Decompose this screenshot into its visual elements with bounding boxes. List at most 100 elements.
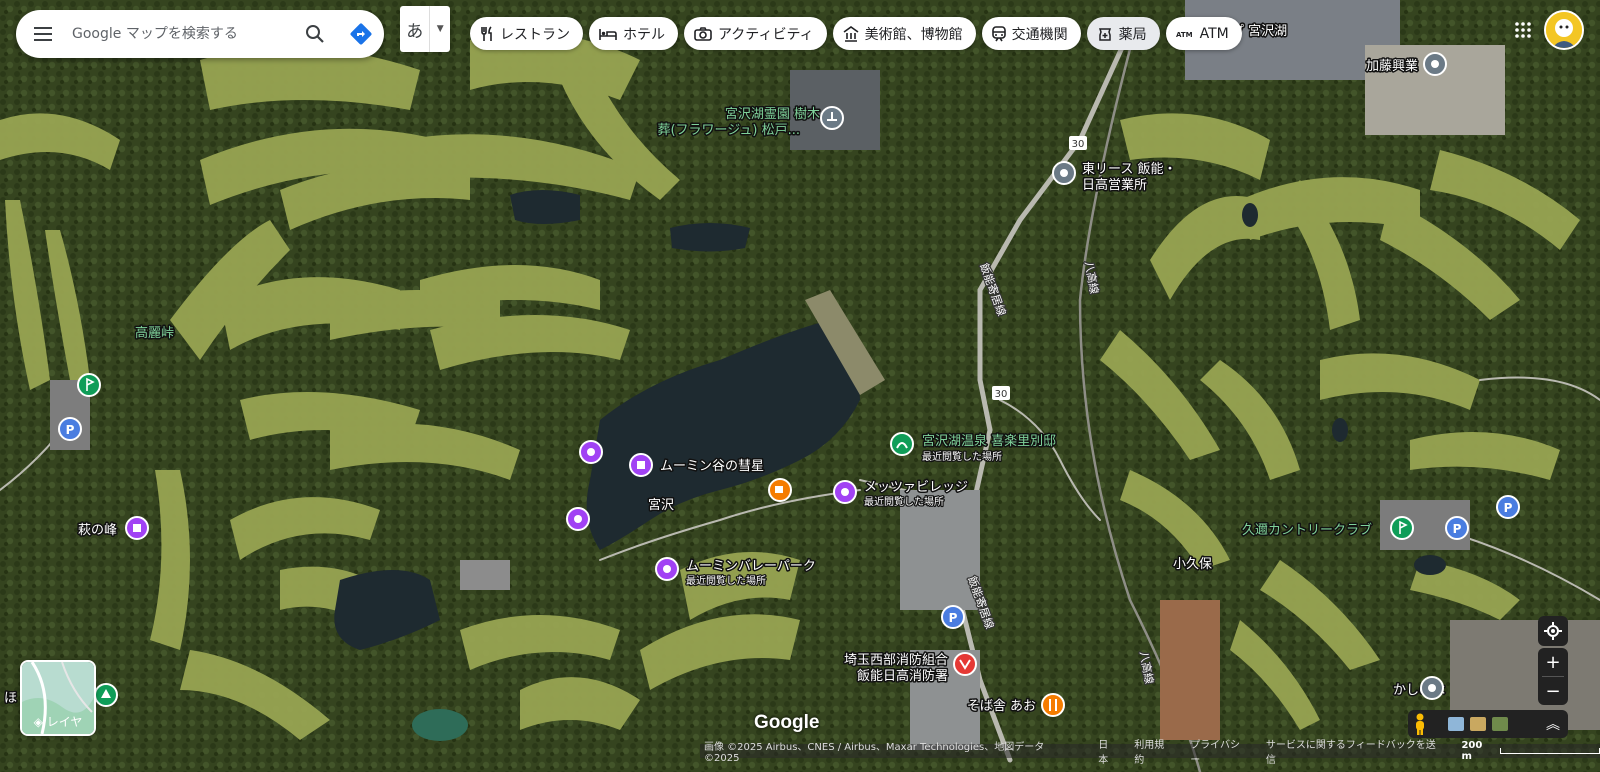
place-label[interactable]: 埼玉西部消防組合: [842, 651, 949, 670]
svg-text:P: P: [66, 423, 75, 437]
golf-pin[interactable]: [1390, 516, 1414, 540]
privacy-link[interactable]: プライバシー: [1190, 736, 1250, 766]
directions-button[interactable]: [338, 10, 384, 58]
place-label[interactable]: 葬(フラワージュ) 松戸...: [656, 122, 802, 140]
svg-text:ATM: ATM: [1176, 31, 1193, 39]
zoom-out-button[interactable]: −: [1538, 677, 1568, 705]
place-label: 高麗峠: [135, 325, 174, 341]
avatar-image: [1546, 12, 1582, 48]
place-label: 宮沢: [648, 497, 674, 513]
chip-label: ATM: [1199, 25, 1229, 42]
feedback-link[interactable]: サービスに関するフィードバックを送信: [1266, 736, 1446, 766]
chip-label: 交通機関: [1011, 26, 1068, 43]
place-label[interactable]: 東リース 飯能・: [1081, 160, 1178, 179]
input-method-label[interactable]: あ: [400, 6, 431, 52]
google-logo: Google: [754, 712, 820, 733]
golf-pin[interactable]: [77, 373, 101, 397]
scale-label: 200 m: [1461, 740, 1483, 762]
recent-label: 最近閲覧した場所: [922, 450, 1002, 463]
satellite-map[interactable]: 30 30 飯能寄居線 飯能寄居線 八高線 八高線 宮沢湖霊園 樹木 葬(フラワ…: [0, 0, 1600, 772]
avatar[interactable]: [1544, 10, 1584, 50]
country-link[interactable]: 日本: [1098, 736, 1118, 766]
imagery-thumbnail[interactable]: [1470, 717, 1486, 731]
parking-icon[interactable]: P: [58, 417, 82, 441]
layers-toggle[interactable]: ◈ レイヤ: [20, 660, 96, 736]
chip-pharmacy[interactable]: 薬局: [1086, 17, 1160, 50]
scale-indicator[interactable]: 200 m: [1461, 740, 1600, 762]
layers-icon: ◈: [33, 715, 43, 729]
cafe-pin[interactable]: [768, 478, 792, 502]
chip-atm[interactable]: ATM ATM: [1165, 17, 1242, 50]
street-view-bar: ︽: [1408, 710, 1568, 738]
my-location-button[interactable]: [1538, 616, 1568, 646]
zoom-in-button[interactable]: +: [1538, 648, 1568, 676]
attraction-pin[interactable]: [566, 507, 590, 531]
menu-button[interactable]: [16, 10, 70, 58]
layers-label: ◈ レイヤ: [33, 715, 83, 729]
search-button[interactable]: [292, 10, 338, 58]
bed-icon: [599, 28, 617, 40]
fork-knife-icon: [481, 25, 492, 41]
chip-museums[interactable]: 美術館、博物館: [832, 17, 976, 50]
directions-icon: [350, 23, 372, 45]
chip-restaurants[interactable]: レストラン: [470, 17, 583, 50]
pharmacy-icon: [1098, 27, 1111, 41]
chip-label: レストラン: [500, 26, 570, 43]
search-input[interactable]: [70, 25, 292, 43]
parking-icon[interactable]: P: [1445, 516, 1469, 540]
train-icon: [991, 25, 1006, 41]
imagery-credits[interactable]: 画像 ©2025 Airbus、CNES / Airbus、Maxar Tech…: [704, 738, 1082, 764]
parking-icon[interactable]: P: [1496, 495, 1520, 519]
imagery-thumbnail[interactable]: [1492, 717, 1508, 731]
parking-icon[interactable]: P: [941, 605, 965, 629]
park-pin[interactable]: [94, 683, 118, 707]
svg-text:30: 30: [1072, 139, 1085, 150]
svg-text:P: P: [1504, 501, 1513, 515]
place-label[interactable]: 加藤興業: [1364, 57, 1419, 76]
place-label[interactable]: そば舎 あお: [965, 698, 1037, 716]
hamburger-menu-icon: [34, 27, 52, 41]
chevron-up-icon[interactable]: ︽: [1546, 714, 1560, 734]
place-label[interactable]: メッツァビレッジ: [863, 479, 970, 497]
chevron-down-icon[interactable]: ▼: [430, 6, 450, 52]
camera-icon: [694, 26, 712, 41]
business-pin[interactable]: [1420, 676, 1444, 700]
attraction-pin[interactable]: [833, 480, 857, 504]
place-label: ほ: [4, 691, 17, 706]
chip-transit[interactable]: 交通機関: [981, 17, 1081, 50]
place-label[interactable]: ムーミンバレーパーク: [685, 558, 818, 576]
pegman-icon[interactable]: [1412, 713, 1428, 735]
place-label[interactable]: ムーミン谷の彗星: [659, 458, 766, 476]
chip-label: ホテル: [623, 26, 665, 43]
place-label[interactable]: 久邇カントリークラブ: [1241, 521, 1374, 540]
map-footer: 画像 ©2025 Airbus、CNES / Airbus、Maxar Tech…: [700, 740, 1600, 766]
restaurant-pin[interactable]: [1041, 693, 1065, 717]
my-location-icon: [1544, 622, 1562, 640]
business-pin[interactable]: [1052, 161, 1076, 185]
onsen-pin[interactable]: [890, 432, 914, 456]
place-label[interactable]: 宮沢湖温泉 喜楽里別邸: [921, 432, 1058, 451]
attraction-pin[interactable]: [579, 440, 603, 464]
attraction-pin[interactable]: [629, 453, 653, 477]
chip-label: アクティビティ: [718, 26, 814, 43]
business-pin[interactable]: [1423, 52, 1447, 76]
place-label[interactable]: 飯能日高消防署: [855, 667, 949, 686]
svg-text:30: 30: [995, 389, 1008, 400]
attraction-pin[interactable]: [655, 557, 679, 581]
chip-label: 薬局: [1118, 26, 1147, 43]
attraction-pin[interactable]: [125, 516, 149, 540]
category-chips: レストラン ホテル アクティビティ 美術館、博物館 交通機関 薬局 ATM AT…: [470, 17, 1242, 50]
chip-hotels[interactable]: ホテル: [589, 17, 678, 50]
zoom-controls: + −: [1538, 648, 1568, 705]
minus-icon: −: [1545, 680, 1561, 702]
apps-grid-icon[interactable]: [1514, 21, 1532, 39]
fire-station-pin[interactable]: [953, 652, 977, 676]
input-method-toggle[interactable]: あ ▼: [400, 6, 450, 52]
place-label[interactable]: 日高営業所: [1081, 176, 1149, 195]
museum-icon: [843, 25, 859, 42]
imagery-thumbnail[interactable]: [1448, 717, 1464, 731]
place-label[interactable]: 宮沢湖霊園 樹木: [723, 105, 821, 124]
terms-link[interactable]: 利用規約: [1134, 736, 1174, 766]
cemetery-pin[interactable]: [820, 106, 844, 130]
chip-activities[interactable]: アクティビティ: [684, 17, 827, 50]
